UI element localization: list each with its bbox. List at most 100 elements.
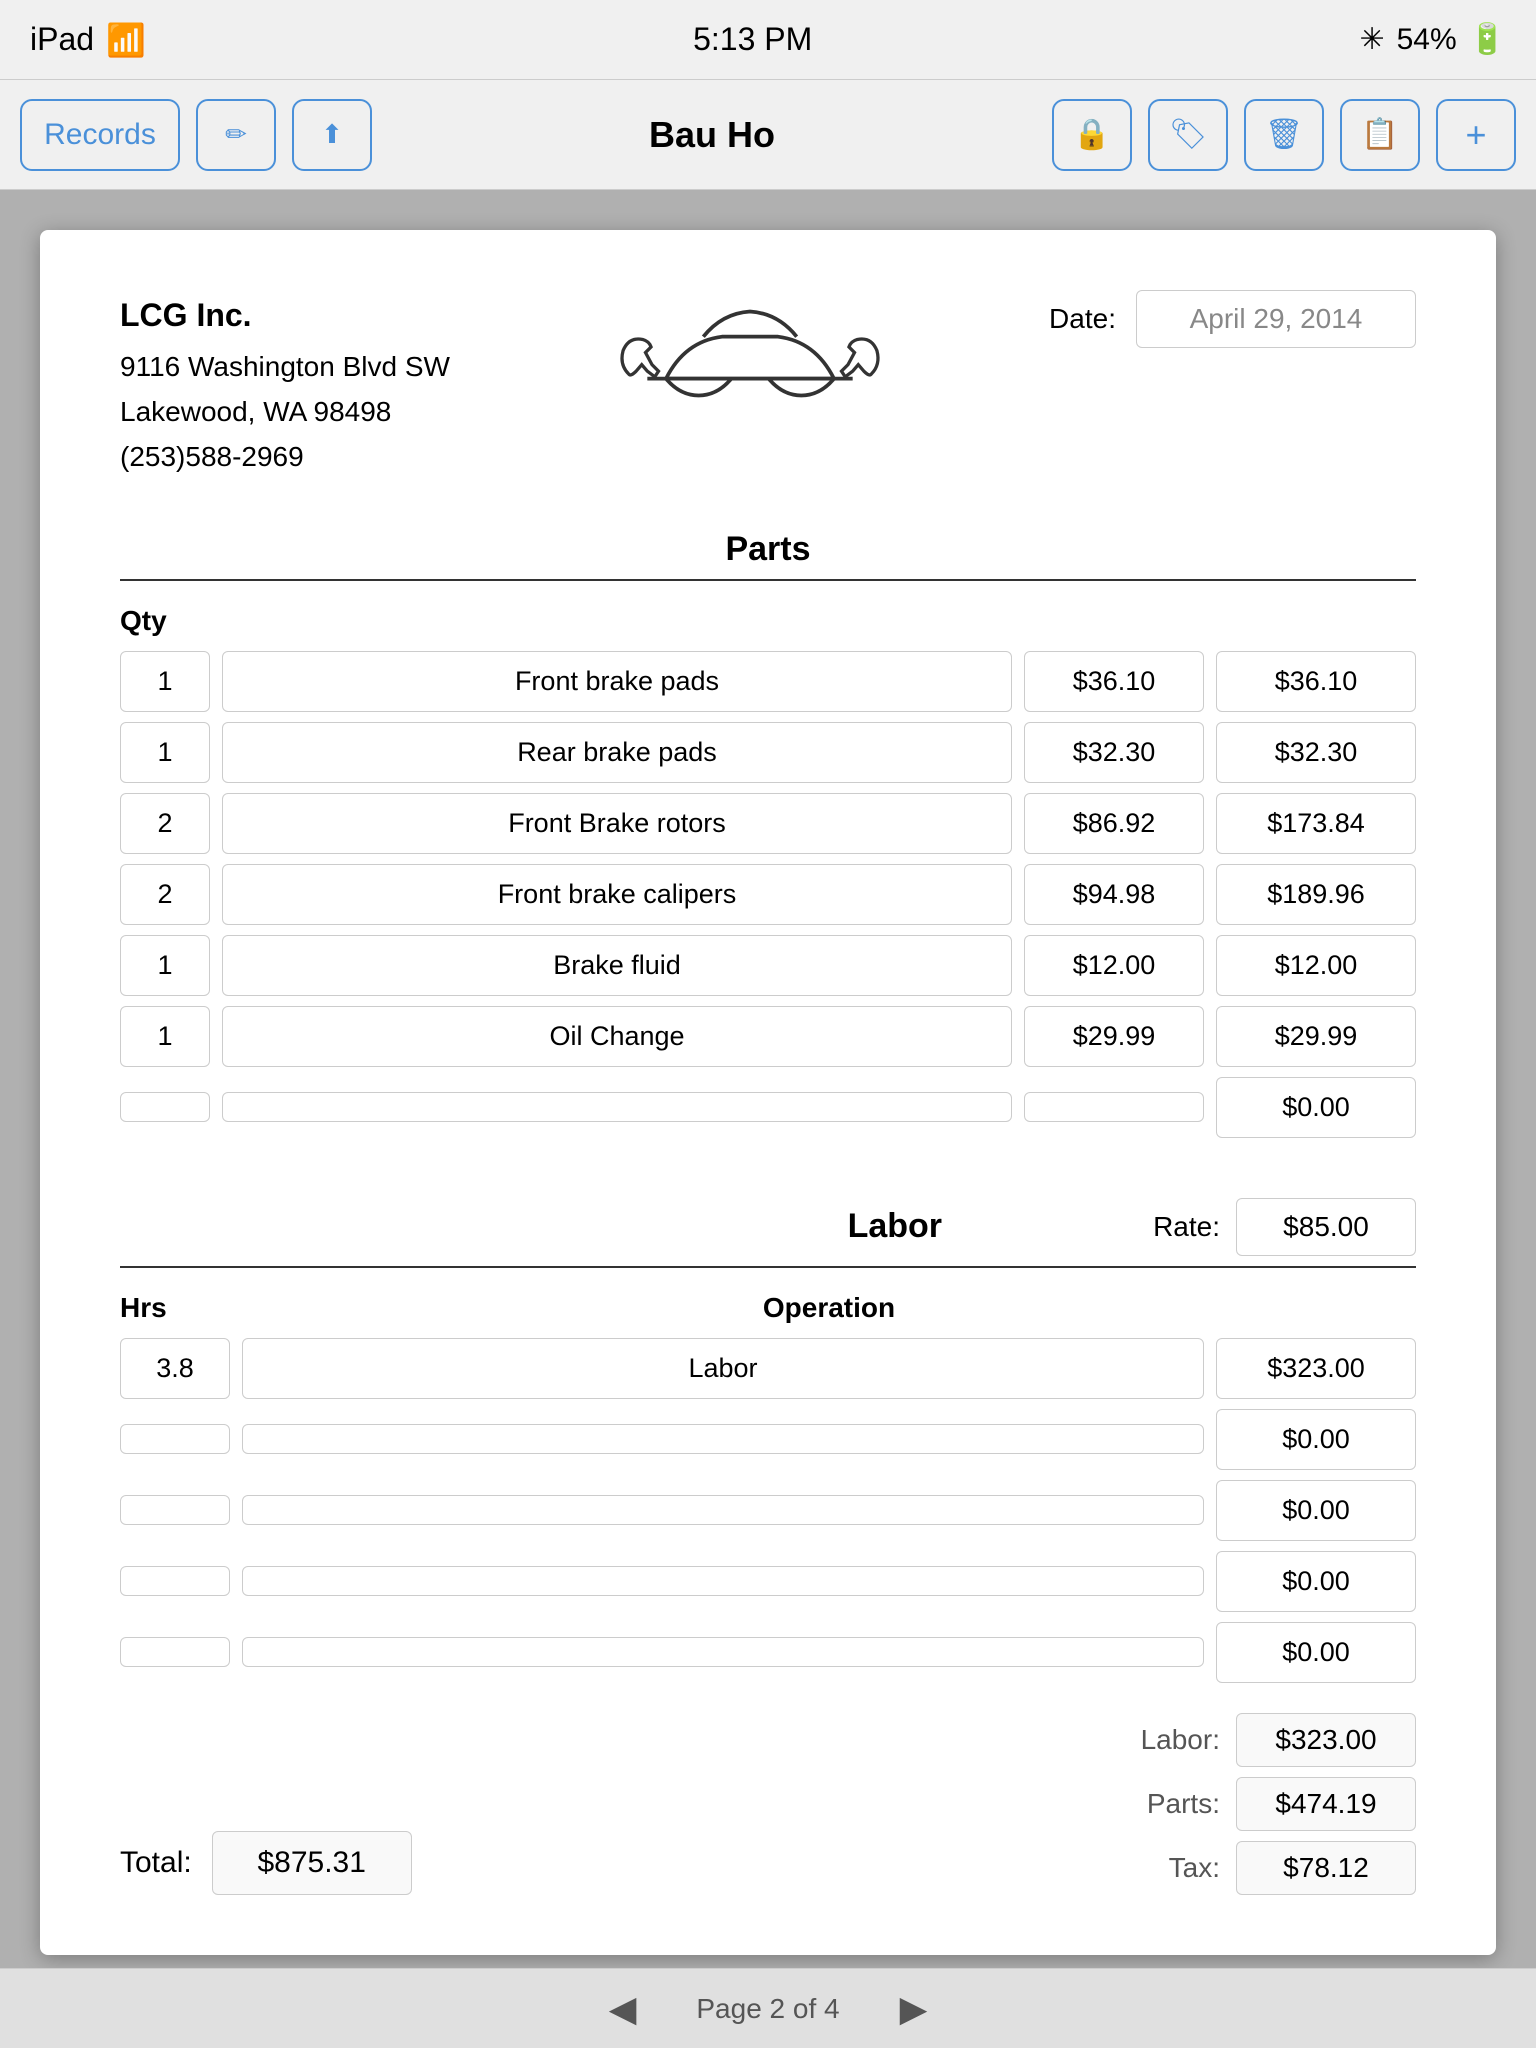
labor-col-headers: Hrs Operation bbox=[120, 1292, 1416, 1324]
parts-price-1[interactable]: $32.30 bbox=[1024, 722, 1204, 783]
parts-price-0[interactable]: $36.10 bbox=[1024, 651, 1204, 712]
parts-divider bbox=[120, 579, 1416, 581]
parts-price-4[interactable]: $12.00 bbox=[1024, 935, 1204, 996]
trash-icon: 🗑 bbox=[1265, 117, 1303, 152]
records-button[interactable]: Records bbox=[20, 99, 180, 171]
parts-total-2[interactable]: $173.84 bbox=[1216, 793, 1416, 854]
wifi-icon: 📶 bbox=[106, 21, 146, 59]
parts-total-3[interactable]: $189.96 bbox=[1216, 864, 1416, 925]
parts-total-5[interactable]: $29.99 bbox=[1216, 1006, 1416, 1067]
totals-section: Total: $875.31 Labor: $323.00 Parts: $47… bbox=[120, 1713, 1416, 1895]
parts-desc-2[interactable]: Front Brake rotors bbox=[222, 793, 1012, 854]
company-name: LCG Inc. bbox=[120, 290, 450, 341]
operation-header: Operation bbox=[242, 1292, 1416, 1324]
parts-qty-0[interactable]: 1 bbox=[120, 651, 210, 712]
labor-total-4[interactable]: $0.00 bbox=[1216, 1622, 1416, 1683]
labor-op-1[interactable] bbox=[242, 1424, 1204, 1454]
total-main: Total: $875.31 bbox=[120, 1831, 412, 1895]
document-title: Bau Ho bbox=[388, 114, 1036, 156]
labor-row: $0.00 bbox=[120, 1480, 1416, 1541]
labor-section-title: Labor bbox=[637, 1207, 1154, 1246]
invoice-header: LCG Inc. 9116 Washington Blvd SW Lakewoo… bbox=[120, 290, 1416, 480]
share-icon: ⬆ bbox=[321, 119, 343, 150]
labor-row: $0.00 bbox=[120, 1409, 1416, 1470]
car-logo bbox=[610, 290, 890, 430]
parts-row: 1 Brake fluid $12.00 $12.00 bbox=[120, 935, 1416, 996]
invoice-document: LCG Inc. 9116 Washington Blvd SW Lakewoo… bbox=[40, 230, 1496, 1955]
tag-icon: 🏷 bbox=[1169, 117, 1207, 152]
labor-table: 3.8 Labor $323.00 $0.00 $0.00 $0.00 $0.0… bbox=[120, 1338, 1416, 1683]
car-wrench-svg bbox=[610, 290, 890, 430]
totals-breakdown: Labor: $323.00 Parts: $474.19 Tax: $78.1… bbox=[1140, 1713, 1416, 1895]
labor-breakdown-label: Labor: bbox=[1140, 1724, 1220, 1756]
parts-total-1[interactable]: $32.30 bbox=[1216, 722, 1416, 783]
parts-qty-6[interactable] bbox=[120, 1092, 210, 1122]
add-button[interactable]: + bbox=[1436, 99, 1516, 171]
page-navigation: ◀ Page 2 of 4 ▶ bbox=[0, 1968, 1536, 2048]
labor-hrs-4[interactable] bbox=[120, 1637, 230, 1667]
labor-hrs-3[interactable] bbox=[120, 1566, 230, 1596]
page-indicator: Page 2 of 4 bbox=[696, 1993, 839, 2025]
labor-total-0[interactable]: $323.00 bbox=[1216, 1338, 1416, 1399]
parts-total-6[interactable]: $0.00 bbox=[1216, 1077, 1416, 1138]
date-value[interactable]: April 29, 2014 bbox=[1136, 290, 1416, 348]
status-bar: iPad 📶 5:13 PM ✳ 54% 🔋 bbox=[0, 0, 1536, 80]
toolbar: Records ✏ ⬆ Bau Ho 🔒 🏷 🗑 📋 + bbox=[0, 80, 1536, 190]
company-address2: Lakewood, WA 98498 bbox=[120, 390, 450, 435]
edit-button[interactable]: ✏ bbox=[196, 99, 276, 171]
parts-desc-6[interactable] bbox=[222, 1092, 1012, 1122]
parts-desc-4[interactable]: Brake fluid bbox=[222, 935, 1012, 996]
tag-button[interactable]: 🏷 bbox=[1148, 99, 1228, 171]
labor-total-1[interactable]: $0.00 bbox=[1216, 1409, 1416, 1470]
prev-page-button[interactable]: ◀ bbox=[609, 1988, 637, 2030]
qty-header: Qty bbox=[120, 605, 1416, 637]
labor-total-3[interactable]: $0.00 bbox=[1216, 1551, 1416, 1612]
parts-price-5[interactable]: $29.99 bbox=[1024, 1006, 1204, 1067]
labor-op-3[interactable] bbox=[242, 1566, 1204, 1596]
labor-hrs-1[interactable] bbox=[120, 1424, 230, 1454]
labor-op-0[interactable]: Labor bbox=[242, 1338, 1204, 1399]
labor-row: 3.8 Labor $323.00 bbox=[120, 1338, 1416, 1399]
company-info: LCG Inc. 9116 Washington Blvd SW Lakewoo… bbox=[120, 290, 450, 480]
lock-icon: 🔒 bbox=[1073, 117, 1110, 152]
parts-desc-3[interactable]: Front brake calipers bbox=[222, 864, 1012, 925]
trash-button[interactable]: 🗑 bbox=[1244, 99, 1324, 171]
labor-breakdown-row: Labor: $323.00 bbox=[1140, 1713, 1416, 1767]
parts-desc-1[interactable]: Rear brake pads bbox=[222, 722, 1012, 783]
parts-price-3[interactable]: $94.98 bbox=[1024, 864, 1204, 925]
lock-button[interactable]: 🔒 bbox=[1052, 99, 1132, 171]
tax-breakdown-row: Tax: $78.12 bbox=[1140, 1841, 1416, 1895]
parts-desc-5[interactable]: Oil Change bbox=[222, 1006, 1012, 1067]
parts-row: 2 Front Brake rotors $86.92 $173.84 bbox=[120, 793, 1416, 854]
rate-value[interactable]: $85.00 bbox=[1236, 1198, 1416, 1256]
content-area: LCG Inc. 9116 Washington Blvd SW Lakewoo… bbox=[0, 190, 1536, 1968]
parts-qty-5[interactable]: 1 bbox=[120, 1006, 210, 1067]
share-button[interactable]: ⬆ bbox=[292, 99, 372, 171]
parts-qty-3[interactable]: 2 bbox=[120, 864, 210, 925]
parts-price-6[interactable] bbox=[1024, 1092, 1204, 1122]
parts-section-title: Parts bbox=[120, 530, 1416, 569]
labor-op-4[interactable] bbox=[242, 1637, 1204, 1667]
labor-total-2[interactable]: $0.00 bbox=[1216, 1480, 1416, 1541]
toolbar-right-actions: 🔒 🏷 🗑 📋 + bbox=[1052, 99, 1516, 171]
labor-hrs-0[interactable]: 3.8 bbox=[120, 1338, 230, 1399]
labor-row: $0.00 bbox=[120, 1622, 1416, 1683]
parts-breakdown-label: Parts: bbox=[1140, 1788, 1220, 1820]
tax-breakdown-label: Tax: bbox=[1140, 1852, 1220, 1884]
parts-total-0[interactable]: $36.10 bbox=[1216, 651, 1416, 712]
next-page-button[interactable]: ▶ bbox=[900, 1988, 928, 2030]
status-time: 5:13 PM bbox=[693, 21, 812, 58]
parts-total-4[interactable]: $12.00 bbox=[1216, 935, 1416, 996]
parts-qty-4[interactable]: 1 bbox=[120, 935, 210, 996]
total-value[interactable]: $875.31 bbox=[212, 1831, 412, 1895]
bluetooth-icon: ✳ bbox=[1359, 22, 1384, 57]
labor-hrs-2[interactable] bbox=[120, 1495, 230, 1525]
parts-qty-1[interactable]: 1 bbox=[120, 722, 210, 783]
labor-breakdown-value: $323.00 bbox=[1236, 1713, 1416, 1767]
labor-op-2[interactable] bbox=[242, 1495, 1204, 1525]
status-left: iPad 📶 bbox=[30, 21, 146, 59]
copy-button[interactable]: 📋 bbox=[1340, 99, 1420, 171]
parts-price-2[interactable]: $86.92 bbox=[1024, 793, 1204, 854]
parts-desc-0[interactable]: Front brake pads bbox=[222, 651, 1012, 712]
parts-qty-2[interactable]: 2 bbox=[120, 793, 210, 854]
